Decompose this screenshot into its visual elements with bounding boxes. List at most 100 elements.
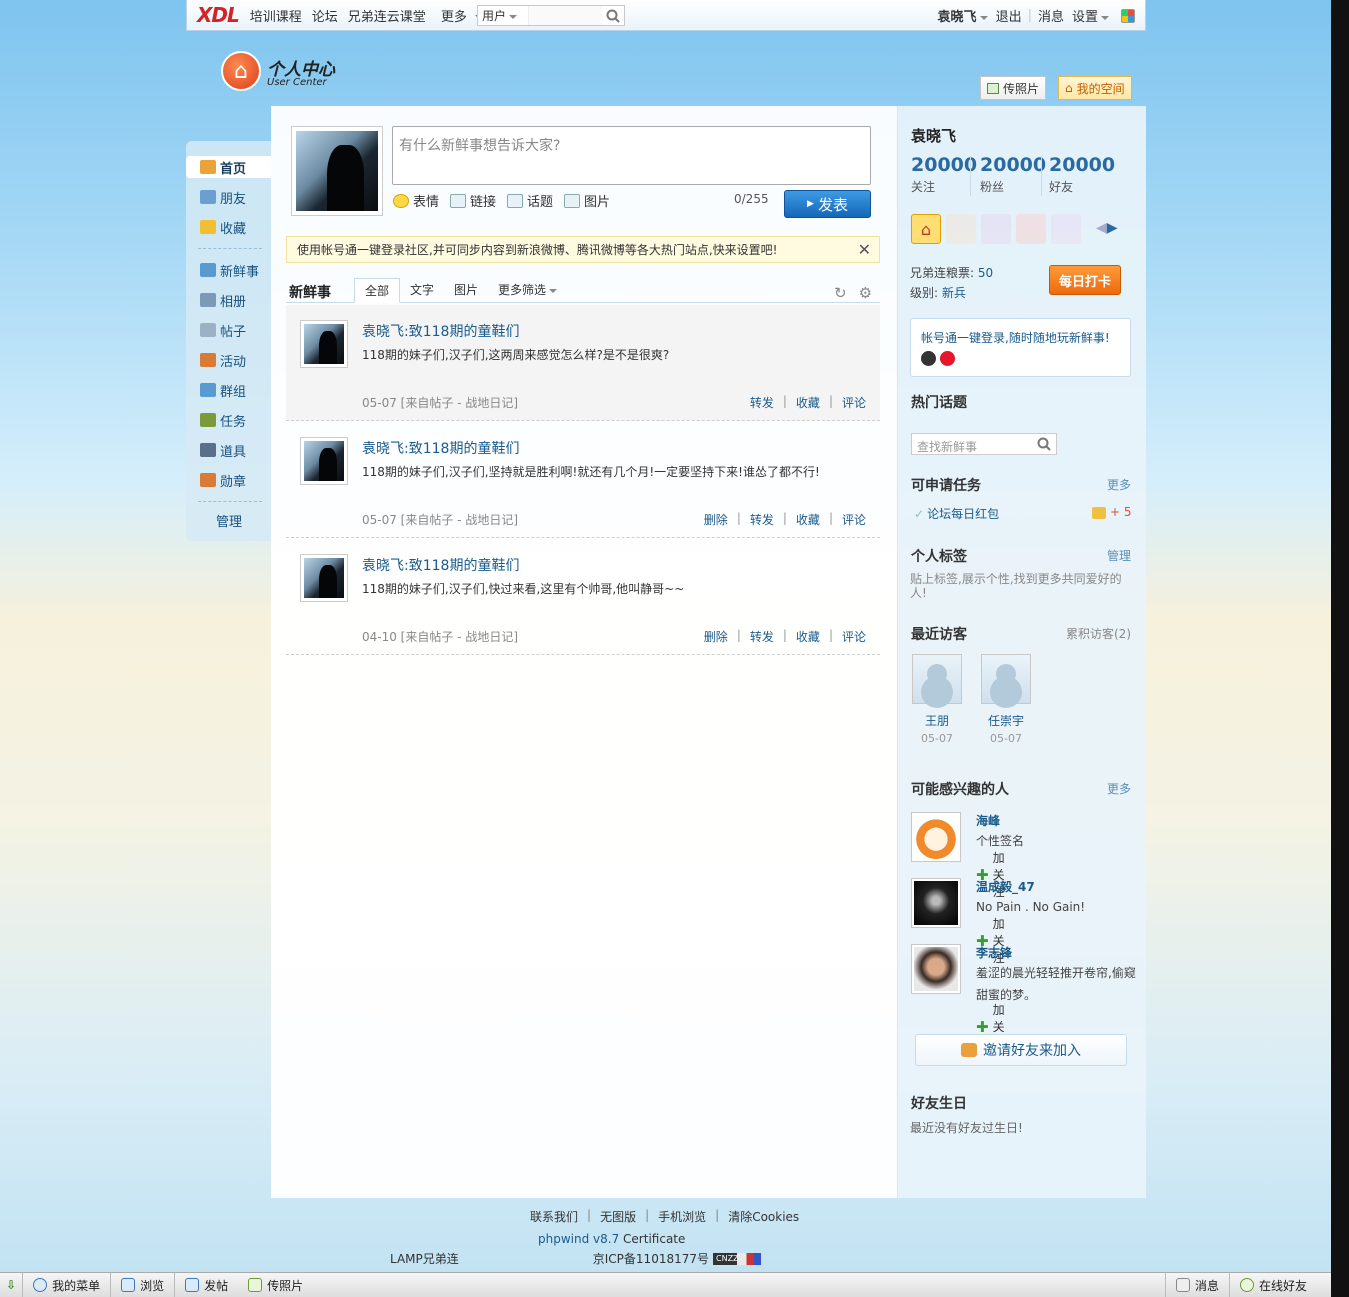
tasks-more-link[interactable]: 更多 xyxy=(1107,476,1131,493)
feed-avatar[interactable] xyxy=(300,554,348,602)
link-button[interactable]: 链接 xyxy=(450,191,496,210)
sidebar-item-events[interactable]: 活动 xyxy=(200,349,246,371)
my-menu-button[interactable]: 我的菜单 xyxy=(23,1273,112,1297)
person-name[interactable]: 温成毅_47 xyxy=(976,878,1035,895)
close-icon[interactable]: ✕ xyxy=(858,240,871,259)
crown-badge-icon[interactable] xyxy=(981,214,1011,244)
qq-icon[interactable] xyxy=(921,351,936,366)
user-center-logo[interactable]: ⌂ 个人中心 User Center xyxy=(221,51,335,91)
gear-icon[interactable]: ⚙ xyxy=(859,284,872,302)
comment-link[interactable]: 评论 xyxy=(842,394,866,411)
login-tip[interactable]: 帐号通一键登录,随时随地玩新鲜事! xyxy=(921,329,1110,346)
username-menu[interactable]: 袁晓飞 xyxy=(938,6,988,25)
emoji-button[interactable]: 表情 xyxy=(393,191,439,210)
nav-more[interactable]: 更多 xyxy=(436,6,483,25)
comment-link[interactable]: 评论 xyxy=(842,511,866,528)
nav-forum[interactable]: 论坛 xyxy=(312,6,338,25)
favorite-link[interactable]: 收藏 xyxy=(796,628,820,645)
repost-link[interactable]: 转发 xyxy=(750,394,774,411)
search-icon[interactable] xyxy=(1037,437,1051,454)
refresh-icon[interactable]: ↻ xyxy=(834,284,847,302)
delete-link[interactable]: 删除 xyxy=(704,511,728,528)
visitor-card[interactable]: 王朋 05-07 xyxy=(912,654,962,745)
post-button[interactable]: ▶ 发表 xyxy=(784,190,871,218)
sidebar-item-medals[interactable]: 勋章 xyxy=(200,469,246,491)
logout-link[interactable]: 退出 xyxy=(996,6,1022,25)
messages-link[interactable]: 消息 xyxy=(1038,6,1064,25)
favorite-link[interactable]: 收藏 xyxy=(796,511,820,528)
sidebar-item-fresh[interactable]: 新鲜事 xyxy=(200,259,259,281)
fresh-search-input[interactable]: 查找新鲜事 xyxy=(911,433,1057,455)
company-name[interactable]: LAMP兄弟连 xyxy=(390,1250,459,1267)
user-avatar[interactable] xyxy=(291,126,383,216)
tab-images[interactable]: 图片 xyxy=(444,278,488,303)
search-input[interactable] xyxy=(528,6,602,25)
tab-text[interactable]: 文字 xyxy=(400,278,444,303)
feed-avatar[interactable] xyxy=(300,320,348,368)
nav-cloud-class[interactable]: 兄弟连云课堂 xyxy=(348,6,426,25)
tab-more-filters[interactable]: 更多筛选 xyxy=(488,278,567,303)
sofa-badge-icon[interactable] xyxy=(946,214,976,244)
suggest-more-link[interactable]: 更多 xyxy=(1107,780,1131,797)
delete-link[interactable]: 删除 xyxy=(704,628,728,645)
avatar[interactable] xyxy=(911,944,961,994)
stat-fans[interactable]: 20000 粉丝 xyxy=(980,154,1046,195)
avatar[interactable] xyxy=(911,812,961,862)
task-item[interactable]: ✓ 论坛每日红包 xyxy=(914,505,999,522)
nav-training[interactable]: 培训课程 xyxy=(250,6,302,25)
sidebar-item-props[interactable]: 道具 xyxy=(200,439,246,461)
my-space-button[interactable]: ⌂ 我的空间 xyxy=(1058,76,1132,100)
sidebar-item-groups[interactable]: 群组 xyxy=(200,379,246,401)
sidebar-item-favorites[interactable]: 收藏 xyxy=(200,216,246,238)
toolbar-messages-button[interactable]: 消息 xyxy=(1164,1273,1229,1297)
feed-avatar[interactable] xyxy=(300,437,348,485)
chevron-right-icon[interactable]: ▶ xyxy=(1107,220,1118,236)
mobile-link[interactable]: 手机浏览 xyxy=(658,1208,706,1225)
icp-number[interactable]: 京ICP备11018177号 xyxy=(593,1250,709,1267)
stat-friends[interactable]: 20000 好友 xyxy=(1049,154,1115,195)
person-name[interactable]: 海峰 xyxy=(976,812,1000,829)
upload-photo-button[interactable]: 传照片 xyxy=(980,76,1047,100)
skin-icon[interactable] xyxy=(1121,8,1135,23)
sidebar-item-manage[interactable]: 管理 xyxy=(216,509,242,531)
upload-photo-toolbar-button[interactable]: 传照片 xyxy=(238,1273,313,1297)
sidebar-item-home[interactable]: 首页 xyxy=(186,156,271,178)
invite-friends-button[interactable]: 邀请好友来加入 xyxy=(915,1034,1127,1066)
search-icon[interactable] xyxy=(602,9,624,23)
feed-item-title[interactable]: 袁晓飞:致118期的童鞋们 xyxy=(362,438,519,458)
daily-checkin-button[interactable]: 每日打卡 xyxy=(1049,265,1121,295)
repost-link[interactable]: 转发 xyxy=(750,628,774,645)
sidebar-item-posts[interactable]: 帖子 xyxy=(200,319,246,341)
visitor-name[interactable]: 王朋 xyxy=(912,712,962,729)
text-version-link[interactable]: 无图版 xyxy=(600,1208,636,1225)
profile-name[interactable]: 袁晓飞 xyxy=(911,125,956,146)
comment-link[interactable]: 评论 xyxy=(842,628,866,645)
feed-item-title[interactable]: 袁晓飞:致118期的童鞋们 xyxy=(362,555,519,575)
status-input[interactable]: 有什么新鲜事想告诉大家? xyxy=(392,126,871,185)
feed-item-title[interactable]: 袁晓飞:致118期的童鞋们 xyxy=(362,321,519,341)
new-post-button[interactable]: 发帖 xyxy=(175,1273,238,1297)
heart-badge-icon[interactable] xyxy=(1016,214,1046,244)
sidebar-item-friends[interactable]: 朋友 xyxy=(200,186,246,208)
repost-link[interactable]: 转发 xyxy=(750,511,774,528)
visitor-name[interactable]: 任崇宇 xyxy=(981,712,1031,729)
search-scope-select[interactable]: 用户 xyxy=(478,7,528,24)
powered-suffix[interactable]: Certificate xyxy=(623,1232,685,1246)
image-button[interactable]: 图片 xyxy=(564,191,610,210)
download-icon[interactable]: ⇩ xyxy=(0,1273,24,1297)
sidebar-item-tasks[interactable]: 任务 xyxy=(200,409,246,431)
stat-following[interactable]: 20000 关注 xyxy=(911,154,977,195)
chevron-left-icon[interactable]: ◀ xyxy=(1096,220,1107,236)
site-logo[interactable]: XDL xyxy=(197,3,240,27)
clear-cookies-link[interactable]: 清除Cookies xyxy=(728,1208,799,1225)
visitor-card[interactable]: 任崇宇 05-07 xyxy=(981,654,1031,745)
favorite-link[interactable]: 收藏 xyxy=(796,394,820,411)
powered-brand[interactable]: phpwind v8.7 xyxy=(538,1232,619,1246)
weibo-icon[interactable] xyxy=(940,351,955,366)
cnzz-badge[interactable]: CNZZ xyxy=(713,1252,761,1265)
online-friends-button[interactable]: 在线好友 xyxy=(1228,1273,1317,1297)
star-badge-icon[interactable] xyxy=(1051,214,1081,244)
browse-button[interactable]: 浏览 xyxy=(111,1273,176,1297)
home-badge-icon[interactable]: ⌂ xyxy=(911,214,941,244)
person-name[interactable]: 李志锋 xyxy=(976,944,1012,961)
